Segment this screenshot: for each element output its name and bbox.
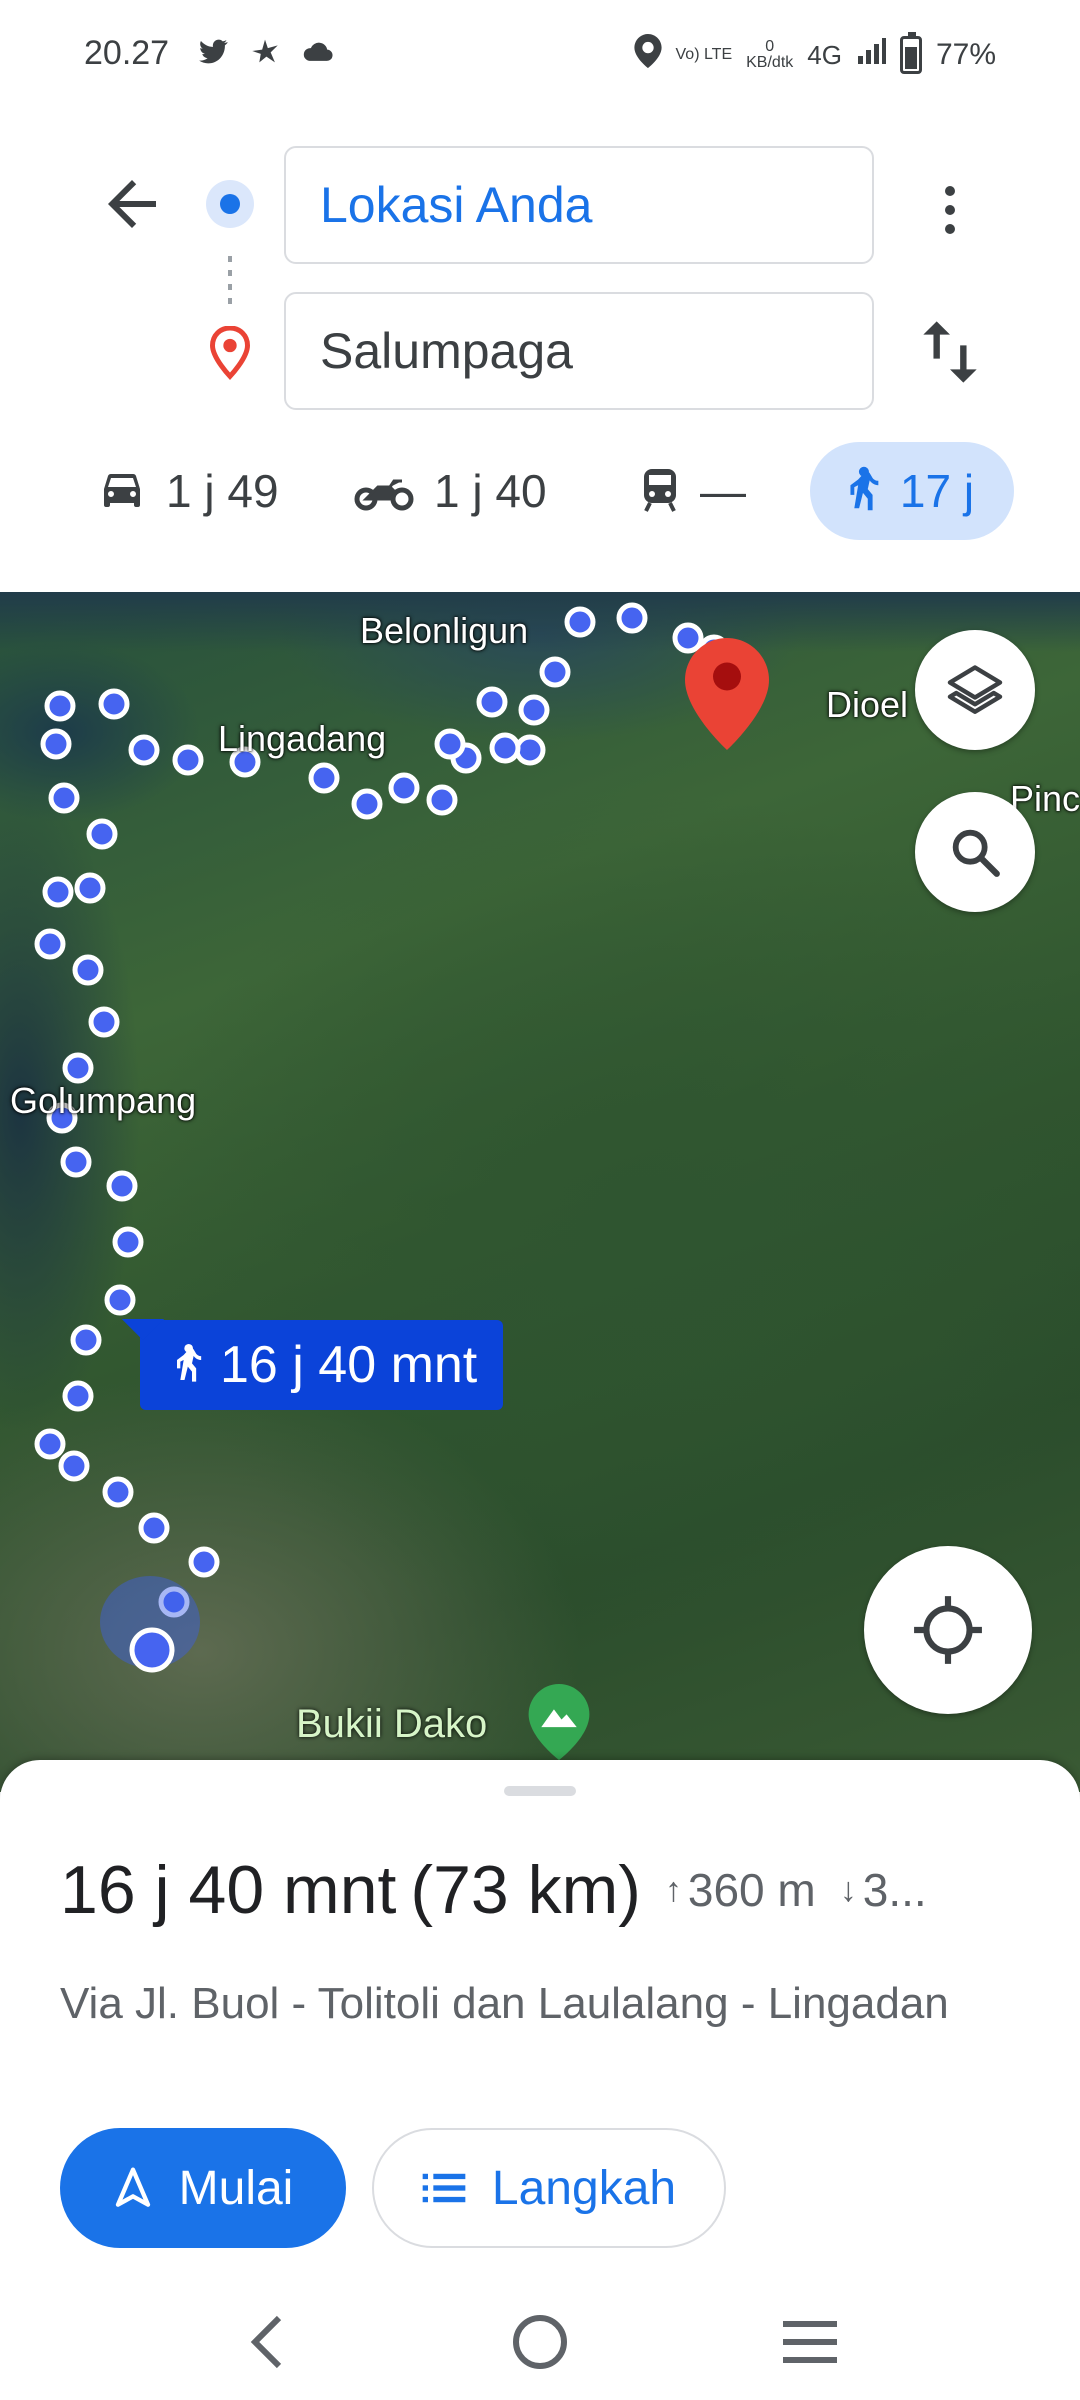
- origin-dot-icon: [206, 180, 254, 228]
- map-label-bukit-dako: Bukii Dako: [296, 1702, 488, 1746]
- status-bar: 20.27 Vo) LTE 0 KB/dtk 4G 77%: [0, 0, 1080, 110]
- volte-indicator: Vo) LTE: [675, 46, 733, 63]
- network-speed-value: 0: [765, 38, 775, 55]
- map-search-button[interactable]: [915, 792, 1035, 912]
- route-connector: [228, 256, 232, 306]
- motorcycle-icon: [354, 479, 414, 511]
- twitter-icon: [196, 34, 230, 79]
- navigation-arrow-icon: [115, 2167, 150, 2207]
- elevation-ascent: ↑ 360 m: [665, 1863, 816, 1917]
- mode-walk[interactable]: 17 j: [810, 442, 1014, 540]
- nav-recents-button[interactable]: [774, 2306, 846, 2378]
- destination-pin-icon: [209, 325, 251, 380]
- map-label-golumpang: Golumpang: [10, 1080, 197, 1121]
- mode-transit-time: —: [700, 465, 746, 517]
- travel-mode-bar: 1 j 49 1 j 40 — 17 j: [0, 442, 1080, 542]
- circle-home-icon: [513, 2315, 567, 2369]
- more-options-button[interactable]: [930, 178, 970, 242]
- mountain-poi-icon[interactable]: [528, 1684, 590, 1760]
- swap-vertical-icon: [923, 321, 977, 383]
- route-duration-badge[interactable]: 16 j 40 mnt: [140, 1320, 504, 1410]
- drag-handle[interactable]: [504, 1786, 576, 1796]
- car-icon: [104, 474, 140, 507]
- mode-walk-time: 17 j: [899, 465, 975, 517]
- map-label-lingadang: Lingadang: [218, 718, 387, 759]
- mode-car-time: 1 j 49: [166, 465, 279, 517]
- ascent-value: 360 m: [687, 1864, 816, 1916]
- map-label-belonligun: Belonligun: [360, 610, 529, 651]
- map-view[interactable]: Belonligun Lingadang Dioel Pinc Golumpan…: [0, 592, 1080, 1792]
- elevation-descent: ↓ 3...: [840, 1863, 927, 1917]
- location-icon: [633, 34, 662, 76]
- crosshair-icon: [914, 1596, 982, 1664]
- chevron-left-icon: [250, 2315, 282, 2369]
- walk-icon: [177, 1344, 202, 1382]
- mode-car[interactable]: 1 j 49: [98, 442, 279, 540]
- signal-icon: [856, 36, 886, 74]
- cloud-icon: [300, 34, 336, 79]
- route-via: Via Jl. Buol - Tolitoli dan Laulalang - …: [60, 1979, 949, 2028]
- battery-percent: 77%: [935, 38, 996, 71]
- steps-button-label: Langkah: [491, 2161, 677, 2215]
- back-button[interactable]: [96, 168, 168, 240]
- arrow-up-icon: ↑: [664, 1870, 682, 1909]
- start-button-label: Mulai: [178, 2161, 294, 2215]
- status-right: Vo) LTE 0 KB/dtk 4G 77%: [633, 32, 996, 76]
- map-label-dioel: Dioel: [826, 684, 909, 725]
- network-speed-unit: KB/dtk: [746, 54, 794, 71]
- notification-icons: [196, 34, 336, 79]
- layers-button[interactable]: [915, 630, 1035, 750]
- more-dot: [945, 224, 955, 234]
- arrow-down-icon: ↓: [839, 1870, 857, 1909]
- status-time: 20.27: [84, 34, 170, 72]
- walk-icon: [850, 466, 879, 511]
- swap-button[interactable]: [918, 316, 982, 388]
- mode-motorcycle-time: 1 j 40: [434, 465, 547, 517]
- my-location-button[interactable]: [864, 1546, 1032, 1714]
- route-summary-line: 16 j 40 mnt (73 km) ↑ 360 m ↓ 3...: [60, 1840, 1040, 1940]
- system-nav-bar: [0, 2276, 1080, 2400]
- destination-marker-icon[interactable]: [684, 638, 770, 750]
- mode-motorcycle[interactable]: 1 j 40: [354, 442, 547, 540]
- layers-icon: [947, 665, 1003, 714]
- mode-transit[interactable]: —: [640, 442, 746, 540]
- network-type: 4G: [807, 39, 842, 70]
- battery-icon: [899, 32, 922, 74]
- destination-field[interactable]: Salumpaga: [284, 292, 874, 410]
- more-dot: [945, 186, 955, 196]
- bird-icon: [248, 34, 282, 79]
- nav-back-button[interactable]: [234, 2306, 306, 2378]
- train-icon: [644, 469, 676, 512]
- more-dot: [945, 205, 955, 215]
- origin-field[interactable]: Lokasi Anda: [284, 146, 874, 264]
- route-badge-text: 16 j 40 mnt: [220, 1336, 478, 1394]
- directions-header: Lokasi Anda Salumpaga 1 j 49 1 j 40 — 17…: [0, 110, 1080, 590]
- nav-home-button[interactable]: [504, 2306, 576, 2378]
- route-duration: 16 j 40 mnt: [60, 1852, 397, 1928]
- arrow-back-icon: [108, 180, 156, 228]
- list-icon: [422, 2173, 466, 2203]
- route-distance: (73 km): [410, 1852, 641, 1928]
- start-button[interactable]: Mulai: [60, 2128, 346, 2248]
- search-icon: [952, 829, 1000, 877]
- steps-button[interactable]: Langkah: [372, 2128, 726, 2248]
- menu-lines-icon: [783, 2321, 837, 2363]
- descent-value: 3...: [862, 1864, 927, 1916]
- network-speed: 0 KB/dtk: [746, 39, 793, 71]
